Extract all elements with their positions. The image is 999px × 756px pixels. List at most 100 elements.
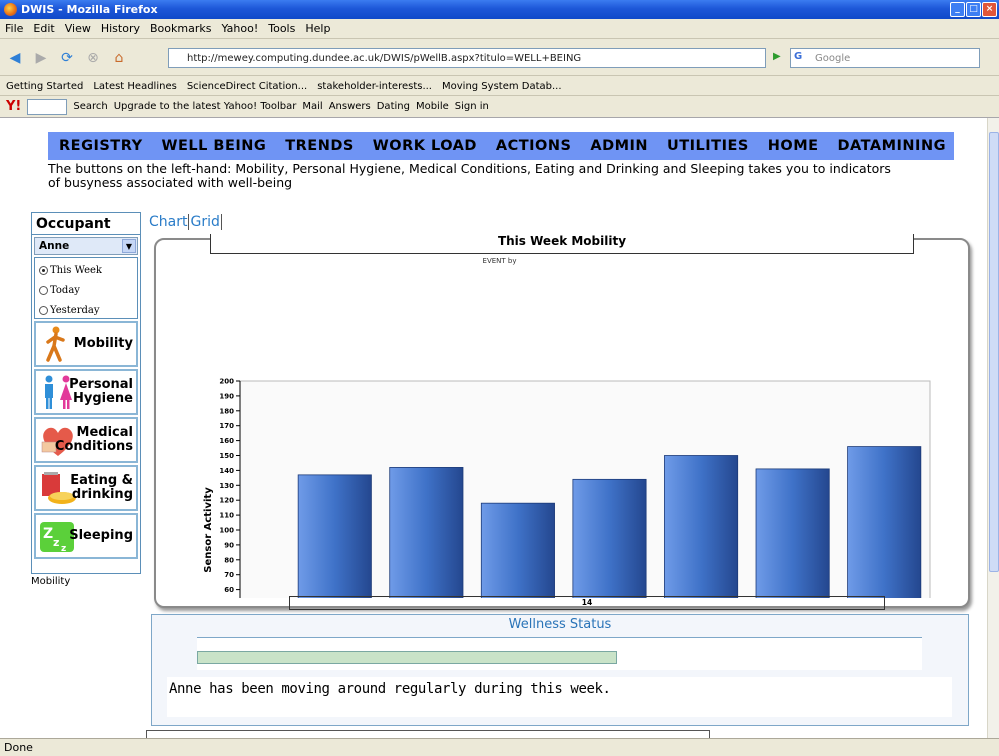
sleeping-button[interactable]: Z z z Sleeping [34,513,138,559]
menu-bookmarks[interactable]: Bookmarks [150,22,211,35]
nav-registry[interactable]: REGISTRY [59,138,143,154]
y-tick-label: 160 [219,437,234,445]
occupant-selected: Anne [39,240,70,252]
medical-conditions-button[interactable]: Medical Conditions [34,417,138,463]
search-input[interactable]: G Google [790,48,980,68]
yahoo-mobile[interactable]: Mobile [416,101,449,112]
nav-trends[interactable]: TRENDS [285,138,354,154]
navigation-toolbar: ◀ ▶ ⟳ ⊗ ⌂ http://mewey.computing.dundee.… [0,40,999,76]
yahoo-sign-in[interactable]: Sign in [455,101,489,112]
bar [847,446,922,598]
bar [664,455,739,598]
wellness-panel: Wellness Status Anne has been moving aro… [151,614,969,726]
y-tick-label: 90 [224,541,234,549]
yahoo-answers[interactable]: Answers [329,101,371,112]
occupant-select[interactable]: Anne ▼ [34,237,138,255]
y-tick-label: 170 [219,422,234,430]
yahoo-mail[interactable]: Mail [302,101,322,112]
yahoo-logo-icon[interactable]: Y! [6,99,21,114]
wellness-level-bar [197,651,617,664]
menu-history[interactable]: History [101,22,140,35]
nav-utilities[interactable]: UTILITIES [667,138,749,154]
category-label: Sleeping [69,528,133,543]
nav-home[interactable]: HOME [768,138,819,154]
radio-label: Today [50,284,80,296]
tab-grid[interactable]: Grid [189,214,222,230]
wellness-message: Anne has been moving around regularly du… [167,677,952,717]
menu-file[interactable]: File [5,22,23,35]
y-tick-label: 180 [219,407,234,415]
bookmark-sciencedirect[interactable]: ScienceDirect Citation... [187,81,307,92]
y-tick-label: 110 [219,512,234,520]
radio-today[interactable]: Today [39,280,133,300]
y-tick-label: 120 [219,497,234,505]
bookmark-stakeholder[interactable]: stakeholder-interests... [317,81,432,92]
intro-text: The buttons on the left-hand: Mobility, … [48,161,891,190]
nav-actions[interactable]: ACTIONS [496,138,572,154]
lower-panel [146,730,710,738]
radio-label: This Week [50,264,102,276]
close-icon[interactable]: × [982,2,997,17]
window-title-bar: DWIS - Mozilla Firefox _ □ × [0,0,999,19]
y-tick-label: 60 [224,586,234,594]
eating-drinking-button[interactable]: Eating & drinking [34,465,138,511]
back-icon[interactable]: ◀ [4,47,26,69]
y-tick-label: 100 [219,527,234,535]
radio-dot [39,285,48,295]
forward-icon[interactable]: ▶ [30,47,52,69]
scrollbar-thumb[interactable] [989,132,999,572]
menu-edit[interactable]: Edit [33,22,54,35]
bar-chart: 0102030405060708090100110120130140150160… [203,378,931,598]
bookmark-moving-system[interactable]: Moving System Datab... [442,81,562,92]
radio-dot [39,265,48,275]
bar [389,467,464,598]
vertical-scrollbar[interactable] [987,118,999,738]
mobility-button[interactable]: Mobility [34,321,138,367]
status-text: Done [4,741,33,754]
main-navigation: REGISTRY WELL BEING TRENDS WORK LOAD ACT… [48,132,954,160]
radio-dot [39,305,48,315]
search-placeholder: Google [815,52,851,64]
y-tick-label: 130 [219,482,234,490]
url-text: http://mewey.computing.dundee.ac.uk/DWIS… [187,52,582,64]
occupant-title: Occupant [32,213,140,235]
bar [480,502,555,598]
bookmark-getting-started[interactable]: Getting Started [6,81,83,92]
minimize-icon[interactable]: _ [950,2,965,17]
window-title: DWIS - Mozilla Firefox [21,3,158,16]
walking-person-icon [46,326,65,362]
radio-yesterday[interactable]: Yesterday [39,300,133,320]
view-tabs: Chart Grid [148,214,222,230]
nav-work-load[interactable]: WORK LOAD [373,138,477,154]
y-tick-label: 70 [224,571,234,579]
menu-help[interactable]: Help [305,22,330,35]
tab-chart[interactable]: Chart [148,214,190,230]
bookmark-latest-headlines[interactable]: Latest Headlines [93,81,177,92]
x-axis-label: 14 [289,596,885,610]
yahoo-upgrade[interactable]: Upgrade to the latest Yahoo! Toolbar [114,101,297,112]
reload-icon[interactable]: ⟳ [56,47,78,69]
firefox-logo-icon [4,3,17,16]
yahoo-search[interactable]: Search [73,101,107,112]
menu-view[interactable]: View [65,22,91,35]
home-icon[interactable]: ⌂ [108,47,130,69]
category-label: Personal Hygiene [69,377,133,406]
menu-yahoo[interactable]: Yahoo! [221,22,258,35]
personal-hygiene-button[interactable]: Personal Hygiene [34,369,138,415]
google-icon: G [794,51,803,62]
yahoo-search-input[interactable] [27,98,68,115]
bookmarks-bar: Getting Started Latest Headlines Science… [0,77,999,96]
svg-text:Z: Z [43,526,53,542]
stop-icon[interactable]: ⊗ [82,47,104,69]
go-icon[interactable]: ▶ [773,51,781,62]
chevron-down-icon[interactable]: ▼ [122,239,136,253]
url-input[interactable]: http://mewey.computing.dundee.ac.uk/DWIS… [168,48,766,68]
nav-admin[interactable]: ADMIN [590,138,648,154]
maximize-icon[interactable]: □ [966,2,981,17]
yahoo-dating[interactable]: Dating [377,101,410,112]
bar [297,474,372,598]
nav-datamining[interactable]: DATAMINING [837,138,946,154]
nav-well-being[interactable]: WELL BEING [162,138,267,154]
radio-label: Yesterday [50,304,100,316]
menu-tools[interactable]: Tools [268,22,295,35]
